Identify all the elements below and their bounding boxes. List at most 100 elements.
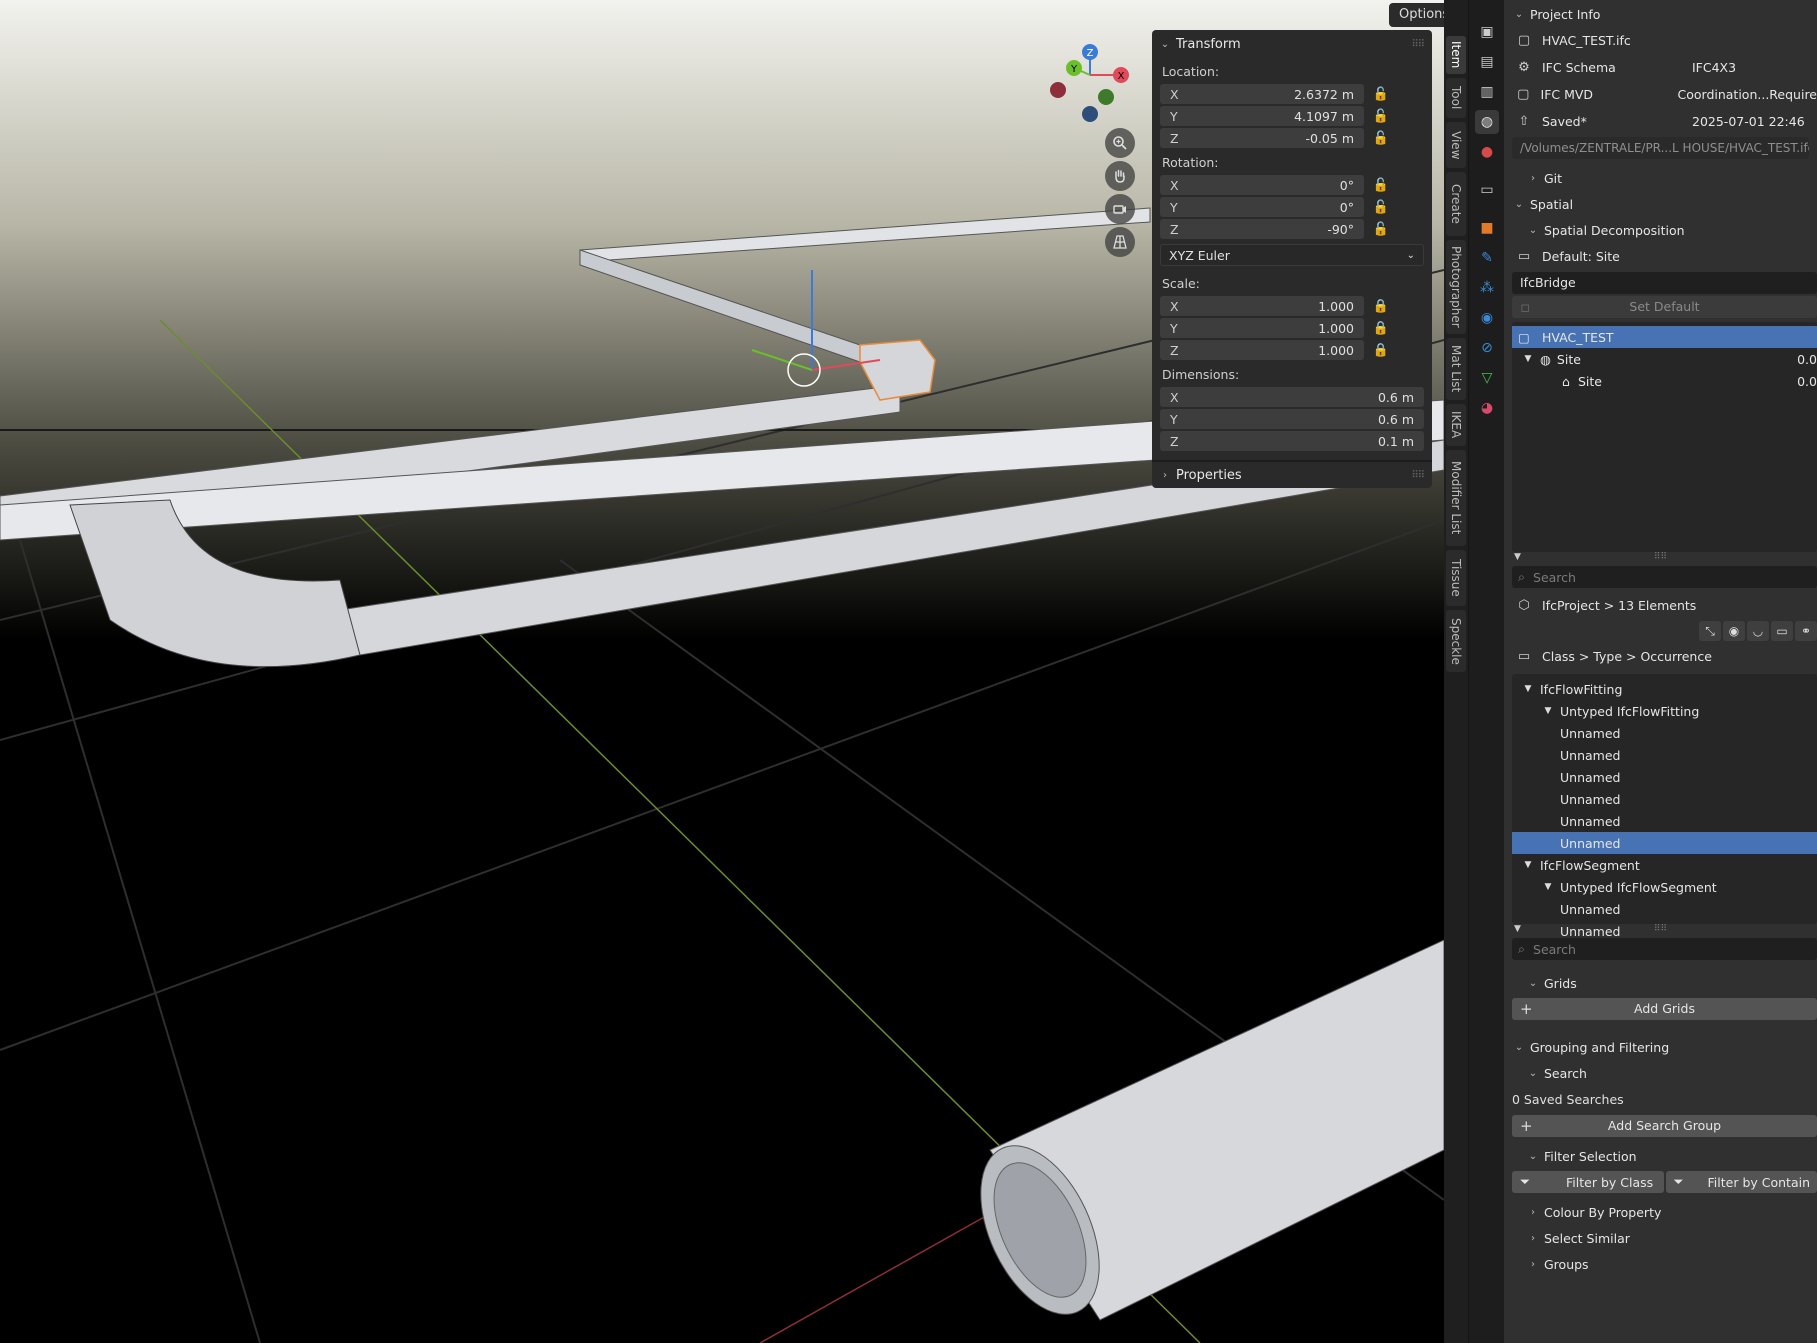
class-tree[interactable]: ▼ IfcFlowFitting ▼ Untyped IfcFlowFittin… [1512,674,1817,939]
tab-create[interactable]: Create [1446,172,1466,236]
tree-row-occurrence-selected[interactable]: Unnamed [1512,832,1817,854]
tree-row-occurrence[interactable]: Unnamed [1512,788,1817,810]
add-grids-button[interactable]: + Add Grids [1512,998,1817,1020]
git-header[interactable]: › Git [1504,165,1817,191]
tree-row-occurrence[interactable]: Unnamed [1512,810,1817,832]
output-icon[interactable]: ▥ [1475,80,1499,104]
lock-icon[interactable]: 🔒 [1370,299,1392,314]
tree-row-occurrence[interactable]: Unnamed [1512,722,1817,744]
container-type-dropdown[interactable]: IfcBridge [1512,272,1817,294]
properties-panel-header[interactable]: › Properties ⠿⠿ [1152,460,1432,488]
render-icon[interactable]: ▤ [1475,50,1499,74]
filter-selection-header[interactable]: ⌄ Filter Selection [1504,1143,1817,1169]
tab-photographer[interactable]: Photographer [1446,240,1466,334]
eye-closed-icon[interactable]: ◡ [1747,621,1769,641]
unlock-icon[interactable]: 🔓 [1370,200,1392,215]
particles-icon[interactable]: ⁂ [1475,276,1499,300]
tree-resize-handle[interactable]: ▼ ⠿⠿ [1504,552,1817,564]
tab-item[interactable]: Item [1446,36,1466,74]
drag-grip-icon[interactable]: ⠿⠿ [1411,39,1425,50]
transform-panel-header[interactable]: ⌄ Transform ⠿⠿ [1152,30,1432,58]
rotation-y-field[interactable]: Y 0° [1160,197,1364,217]
link-icon[interactable]: ⚭ [1795,621,1817,641]
tab-tissue[interactable]: Tissue [1446,550,1466,606]
tab-speckle[interactable]: Speckle [1446,610,1466,672]
tab-ikea[interactable]: IKEA [1446,404,1466,446]
grouping-filtering-header[interactable]: ⌄ Grouping and Filtering [1504,1034,1817,1060]
viewport-options-button[interactable]: Options ⌄ [1389,3,1444,27]
material-icon[interactable]: ◕ [1475,396,1499,420]
unlock-icon[interactable]: 🔓 [1370,131,1392,146]
rotation-mode-dropdown[interactable]: XYZ Euler ⌄ [1160,244,1424,266]
spatial-header[interactable]: ⌄ Spatial [1504,191,1817,217]
drag-grip-icon[interactable]: ⠿⠿ [1411,470,1425,481]
grids-header[interactable]: ⌄ Grids [1504,970,1817,996]
lock-icon[interactable]: 🔒 [1370,321,1392,336]
physics-icon[interactable]: ◉ [1475,306,1499,330]
groups-header[interactable]: › Groups [1504,1251,1817,1277]
unlock-icon[interactable]: 🔓 [1370,222,1392,237]
add-search-group-button[interactable]: + Add Search Group [1512,1115,1817,1137]
dimensions-x-field[interactable]: X 0.6 m [1160,387,1424,407]
colour-by-property-header[interactable]: › Colour By Property [1504,1199,1817,1225]
select-similar-header[interactable]: › Select Similar [1504,1225,1817,1251]
rotation-z-field[interactable]: Z -90° [1160,219,1364,239]
tab-view[interactable]: View [1446,122,1466,168]
lock-icon[interactable]: 🔒 [1370,343,1392,358]
tree-row-project[interactable]: ▢ HVAC_TEST [1512,326,1817,348]
tab-modifier-list[interactable]: Modifier List [1446,450,1466,546]
unlock-icon[interactable]: 🔓 [1370,109,1392,124]
tree-row-type[interactable]: ▼ Untyped IfcFlowFitting [1512,700,1817,722]
grouping-row[interactable]: ▭ Class > Type > Occurrence [1504,643,1817,670]
tree-row-class[interactable]: ▼ IfcFlowSegment [1512,854,1817,876]
file-path-field[interactable]: /Volumes/ZENTRALE/PR...L HOUSE/HVAC_TEST… [1512,137,1809,159]
scale-x-field[interactable]: X 1.000 [1160,296,1364,316]
modifier-wrench-icon[interactable]: ✎ [1475,246,1499,270]
tree-row-site[interactable]: ▼ ◍ Site 0.0 [1512,348,1817,370]
tree-row-site-child[interactable]: ⌂ Site 0.0 [1512,370,1817,392]
dimensions-z-field[interactable]: Z 0.1 m [1160,431,1424,451]
tree-row-occurrence[interactable]: Unnamed [1512,766,1817,788]
tree-row-occurrence[interactable]: Unnamed [1512,898,1817,920]
eye-icon[interactable]: ◉ [1723,621,1745,641]
object-icon[interactable]: ■ [1475,216,1499,240]
tree-resize-handle[interactable]: ▼ ⠿⠿ [1504,924,1817,936]
folder-icon[interactable]: ▭ [1771,621,1793,641]
tool-settings-icon[interactable]: ▣ [1475,20,1499,44]
perspective-grid-icon[interactable] [1105,227,1135,257]
spatial-decomposition-header[interactable]: ⌄ Spatial Decomposition [1504,217,1817,243]
spatial-tree[interactable]: ▢ HVAC_TEST ▼ ◍ Site 0.0 ⌂ Site 0.0 [1512,322,1817,552]
dimensions-y-field[interactable]: Y 0.6 m [1160,409,1424,429]
filter-by-class-button[interactable]: ⏷ Filter by Class [1512,1171,1664,1193]
unlock-icon[interactable]: 🔓 [1370,87,1392,102]
pan-hand-icon[interactable] [1105,161,1135,191]
rotation-x-field[interactable]: X 0° [1160,175,1364,195]
collection-icon[interactable]: ▭ [1475,178,1499,202]
set-default-button[interactable]: ▫ Set Default [1512,296,1817,318]
tree-row-occurrence[interactable]: Unnamed [1512,744,1817,766]
scale-y-field[interactable]: Y 1.000 [1160,318,1364,338]
class-search-input[interactable]: ⌕ Search [1512,938,1817,960]
project-info-header[interactable]: ⌄ Project Info [1504,1,1817,27]
3d-viewport[interactable]: Z X Y Options ⌄ ⌄ Transform ⠿⠿ Location:… [0,0,1444,1343]
data-icon[interactable]: ▽ [1475,366,1499,390]
pipe-round[interactable] [957,939,1444,1333]
collapse-icon[interactable]: ⤡ [1699,621,1721,641]
spatial-search-input[interactable]: ⌕ Search [1512,566,1817,588]
tree-row-class[interactable]: ▼ IfcFlowFitting [1512,678,1817,700]
location-y-field[interactable]: Y 4.1097 m [1160,106,1364,126]
filter-by-container-button[interactable]: ⏷ Filter by Contain [1665,1171,1817,1193]
scene-icon[interactable]: ◍ [1475,110,1499,134]
location-x-field[interactable]: X 2.6372 m [1160,84,1364,104]
world-icon[interactable]: ● [1475,140,1499,164]
location-z-field[interactable]: Z -0.05 m [1160,128,1364,148]
tree-row-type[interactable]: ▼ Untyped IfcFlowSegment [1512,876,1817,898]
tab-tool[interactable]: Tool [1446,78,1466,118]
zoom-icon[interactable] [1105,128,1135,158]
search-section-header[interactable]: ⌄ Search [1504,1060,1817,1086]
constraints-icon[interactable]: ⊘ [1475,336,1499,360]
scale-z-field[interactable]: Z 1.000 [1160,340,1364,360]
unlock-icon[interactable]: 🔓 [1370,178,1392,193]
tab-mat-list[interactable]: Mat List [1446,338,1466,400]
camera-icon[interactable] [1105,194,1135,224]
